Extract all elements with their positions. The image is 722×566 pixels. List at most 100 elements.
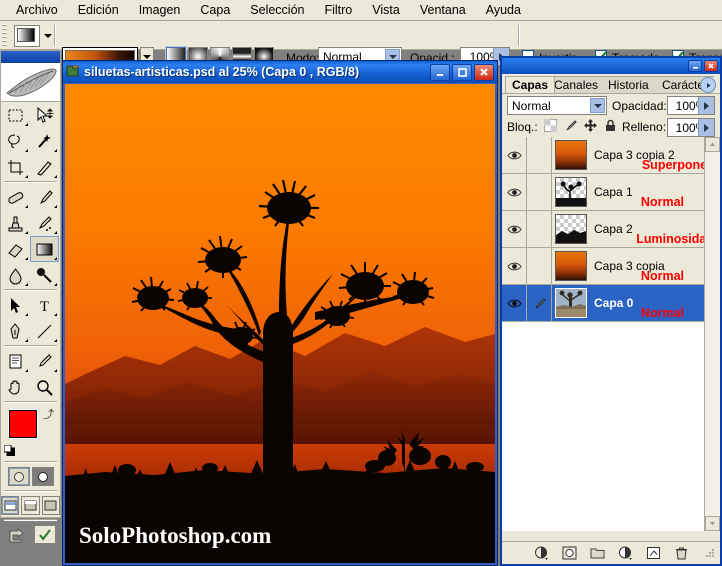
foreground-color-swatch[interactable] xyxy=(9,410,37,438)
layer-thumbnail[interactable] xyxy=(555,214,587,244)
standard-screen-mode-button[interactable] xyxy=(1,496,19,515)
lock-image-icon[interactable] xyxy=(564,119,577,135)
menu-item-seleccion[interactable]: Selección xyxy=(240,1,314,19)
layer-thumbnail[interactable] xyxy=(555,288,587,318)
layer-link-toggle[interactable] xyxy=(526,211,552,247)
table-row[interactable]: Capa 0 Normal xyxy=(502,285,720,322)
brush-tool[interactable] xyxy=(30,184,59,210)
layers-scrollbar[interactable] xyxy=(704,137,720,531)
layer-fill-input[interactable]: 100% xyxy=(667,118,715,137)
panel-title-bar[interactable] xyxy=(502,58,720,74)
table-row[interactable]: Capa 1 Normal xyxy=(502,174,720,211)
panel-menu-chevron-right-icon[interactable] xyxy=(700,77,716,93)
pen-tool[interactable] xyxy=(1,318,30,344)
eraser-tool[interactable] xyxy=(1,236,30,262)
delete-layer-button[interactable] xyxy=(673,546,689,561)
move-tool[interactable] xyxy=(30,102,59,128)
layer-opacity-input[interactable]: 100% xyxy=(667,96,715,115)
standard-mask-mode-button[interactable] xyxy=(8,467,30,486)
chevron-down-icon[interactable] xyxy=(590,98,605,113)
menu-item-archivo[interactable]: Archivo xyxy=(6,1,68,19)
layer-thumbnail[interactable] xyxy=(555,251,587,281)
history-brush-tool[interactable] xyxy=(30,210,59,236)
lock-all-icon[interactable] xyxy=(604,119,617,135)
table-row[interactable]: Capa 3 copia Normal xyxy=(502,248,720,285)
layer-visibility-toggle[interactable] xyxy=(502,261,526,272)
menu-item-ventana[interactable]: Ventana xyxy=(410,1,476,19)
image-canvas[interactable]: SoloPhotoshop.com xyxy=(65,84,495,563)
magic-wand-tool[interactable] xyxy=(30,128,59,154)
healing-brush-tool[interactable] xyxy=(1,184,30,210)
table-row[interactable]: Capa 3 copia 2 Superponer xyxy=(502,137,720,174)
layer-thumbnail[interactable] xyxy=(555,140,587,170)
layer-blend-mode-select[interactable]: Normal xyxy=(507,96,607,115)
eyedropper-tool[interactable] xyxy=(30,348,59,374)
jump-to-imageready-icon[interactable] xyxy=(6,525,32,544)
new-group-button[interactable] xyxy=(589,546,605,561)
hand-tool[interactable] xyxy=(1,374,30,400)
menu-item-ayuda[interactable]: Ayuda xyxy=(476,1,531,19)
menu-item-imagen[interactable]: Imagen xyxy=(129,1,191,19)
type-tool[interactable]: T xyxy=(30,292,59,318)
layer-lock-row: Bloq.: Relleno: 100% xyxy=(502,116,720,139)
lock-transparency-icon[interactable] xyxy=(544,119,557,135)
swap-colors-icon[interactable]: ⤴ xyxy=(43,406,54,422)
layer-visibility-toggle[interactable] xyxy=(502,150,526,161)
panel-resize-grip[interactable] xyxy=(702,546,718,561)
tab-capas[interactable]: Capas xyxy=(505,76,555,93)
toolbox-title-bar[interactable] xyxy=(1,51,60,63)
layer-visibility-toggle[interactable] xyxy=(502,298,526,309)
lasso-tool[interactable] xyxy=(1,128,30,154)
layer-link-toggle[interactable] xyxy=(526,285,552,321)
imageready-check-icon[interactable] xyxy=(34,525,56,544)
minimize-button[interactable] xyxy=(430,64,450,81)
menu-item-capa[interactable]: Capa xyxy=(190,1,240,19)
full-screen-mode-button[interactable] xyxy=(42,496,60,515)
menu-item-filtro[interactable]: Filtro xyxy=(314,1,362,19)
layer-link-toggle[interactable] xyxy=(526,174,552,210)
panel-close-button[interactable] xyxy=(704,60,718,72)
quick-mask-mode-button[interactable] xyxy=(32,467,54,486)
close-button[interactable] xyxy=(474,64,494,81)
clone-stamp-tool[interactable] xyxy=(1,210,30,236)
full-screen-menubar-mode-button[interactable] xyxy=(21,496,39,515)
rectangular-marquee-tool[interactable] xyxy=(1,102,30,128)
tool-preset-chevron-down-icon[interactable] xyxy=(44,34,52,38)
dodge-tool[interactable] xyxy=(30,262,59,288)
scroll-down-arrow-icon[interactable] xyxy=(705,516,720,531)
layer-mask-button[interactable] xyxy=(561,546,577,561)
adjustment-layer-button[interactable] xyxy=(617,546,633,561)
line-tool[interactable] xyxy=(30,318,59,344)
crop-tool[interactable] xyxy=(1,154,30,180)
lock-position-icon[interactable] xyxy=(584,119,597,135)
gradient-tool[interactable] xyxy=(30,236,59,262)
panel-minimize-button[interactable] xyxy=(688,60,702,72)
maximize-button[interactable] xyxy=(452,64,472,81)
layer-style-button[interactable] xyxy=(533,546,549,561)
layer-visibility-toggle[interactable] xyxy=(502,224,526,235)
fill-slider-chevron-icon[interactable] xyxy=(698,119,714,136)
menu-item-vista[interactable]: Vista xyxy=(362,1,410,19)
layer-link-toggle[interactable] xyxy=(526,248,552,284)
options-bar-grip[interactable] xyxy=(2,24,7,47)
layer-list[interactable]: Capa 3 copia 2 Superponer Capa 1 Normal xyxy=(502,137,720,531)
path-selection-tool[interactable] xyxy=(1,292,30,318)
slice-tool[interactable] xyxy=(30,154,59,180)
table-row[interactable]: Capa 2 Luminosidad xyxy=(502,211,720,248)
document-title-bar[interactable]: siluetas-artisticas.psd al 25% (Capa 0 ,… xyxy=(63,61,497,83)
layer-link-toggle[interactable] xyxy=(526,137,552,173)
zoom-tool[interactable] xyxy=(30,374,59,400)
layer-blend-mode-label: Normal xyxy=(641,269,684,283)
layer-visibility-toggle[interactable] xyxy=(502,187,526,198)
layer-thumbnail[interactable] xyxy=(555,177,587,207)
blur-tool[interactable] xyxy=(1,262,30,288)
tab-canales[interactable]: Canales xyxy=(548,76,606,93)
default-colors-icon[interactable] xyxy=(4,445,15,456)
notes-tool[interactable] xyxy=(1,348,30,374)
tab-historia[interactable]: Historia xyxy=(602,76,662,93)
menu-item-edicion[interactable]: Edición xyxy=(68,1,129,19)
current-tool-preview-icon[interactable] xyxy=(14,25,40,47)
new-layer-button[interactable] xyxy=(645,546,661,561)
layer-opacity-slider-chevron-icon[interactable] xyxy=(698,97,714,114)
scroll-up-arrow-icon[interactable] xyxy=(705,137,720,152)
